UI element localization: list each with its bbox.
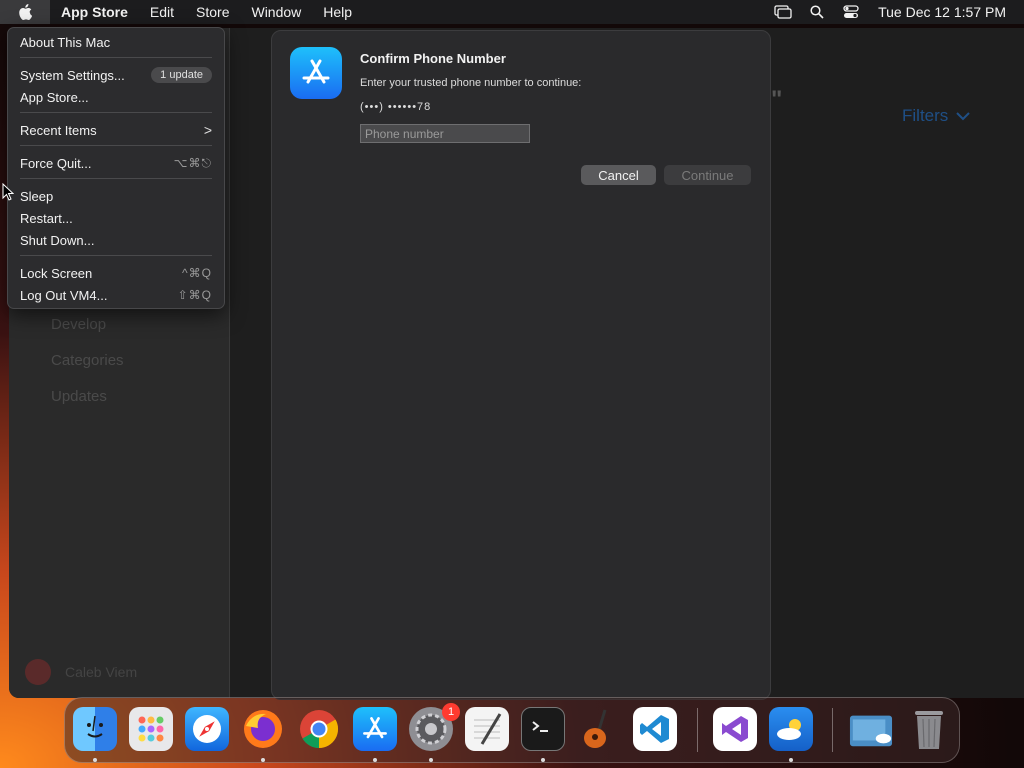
cancel-button[interactable]: Cancel: [581, 165, 656, 185]
launchpad-icon[interactable]: [129, 707, 173, 751]
terminal-icon[interactable]: [521, 707, 565, 751]
screen-mirroring-icon[interactable]: [766, 0, 800, 24]
sidebar-item-categories[interactable]: Categories: [51, 352, 124, 369]
menu-item-label: Force Quit...: [20, 155, 92, 171]
running-indicator: [541, 758, 545, 762]
quote-mark: ": [771, 86, 783, 113]
menu-item-force-quit[interactable]: Force Quit... ⌥⌘⎋: [20, 153, 212, 173]
menu-item-shut-down[interactable]: Shut Down...: [20, 230, 212, 250]
dock-separator: [697, 708, 698, 752]
menu-item-label: Log Out VM4...: [20, 287, 108, 303]
mouse-cursor-icon: [2, 183, 14, 201]
app-store-icon[interactable]: [353, 707, 397, 751]
firefox-icon[interactable]: [241, 707, 285, 751]
shortcut-text: ⇧⌘Q: [177, 288, 212, 302]
menu-window[interactable]: Window: [240, 0, 312, 24]
sidebar-item-develop[interactable]: Develop: [51, 316, 106, 333]
menu-item-log-out[interactable]: Log Out VM4... ⇧⌘Q: [20, 285, 212, 305]
menu-bar: App Store Edit Store Window Help Tue Dec…: [0, 0, 1024, 24]
menu-separator: [20, 178, 212, 179]
apple-logo-icon: [19, 4, 32, 20]
notification-badge: 1: [442, 703, 460, 721]
sidebar-account[interactable]: Caleb Viem: [25, 659, 137, 685]
phone-number-input[interactable]: [360, 124, 530, 143]
textedit-icon[interactable]: [465, 707, 509, 751]
menu-separator: [20, 255, 212, 256]
chrome-icon[interactable]: [297, 707, 341, 751]
running-indicator: [429, 758, 433, 762]
menu-item-label: App Store...: [20, 89, 89, 105]
menu-edit[interactable]: Edit: [139, 0, 185, 24]
menu-item-label: Recent Items: [20, 122, 97, 138]
running-indicator: [93, 758, 97, 762]
menu-item-recent-items[interactable]: Recent Items >: [20, 120, 212, 140]
apple-menu: About This Mac System Settings... 1 upda…: [7, 27, 225, 309]
visual-studio-icon[interactable]: [713, 707, 757, 751]
menu-bar-clock[interactable]: Tue Dec 12 1:57 PM: [868, 4, 1024, 20]
filters-label: Filters: [902, 106, 949, 125]
menu-item-restart[interactable]: Restart...: [20, 208, 212, 228]
trash-icon[interactable]: [907, 707, 951, 751]
dock: 1: [64, 697, 960, 763]
confirm-phone-dialog: Confirm Phone Number Enter your trusted …: [271, 30, 771, 700]
control-center-icon[interactable]: [834, 0, 868, 24]
menu-help[interactable]: Help: [312, 0, 363, 24]
safari-icon[interactable]: [185, 707, 229, 751]
app-store-icon: [290, 47, 342, 99]
menu-item-label: Lock Screen: [20, 265, 93, 281]
menu-item-label: About This Mac: [20, 34, 111, 50]
update-badge: 1 update: [151, 67, 212, 83]
dock-separator: [832, 708, 833, 752]
continue-button[interactable]: Continue: [664, 165, 751, 185]
menu-app-store[interactable]: App Store: [50, 0, 139, 24]
masked-phone-number: (•••) ••••••78: [360, 101, 432, 113]
shortcut-text: ^⌘Q: [182, 266, 212, 280]
menu-item-label: Shut Down...: [20, 232, 95, 248]
menu-separator: [20, 145, 212, 146]
running-indicator: [789, 758, 793, 762]
chevron-down-icon: [956, 111, 970, 120]
menu-item-label: Restart...: [20, 210, 73, 226]
spotlight-search-icon[interactable]: [800, 0, 834, 24]
running-indicator: [373, 758, 377, 762]
dialog-message: Enter your trusted phone number to conti…: [360, 77, 582, 89]
chevron-right-icon: >: [203, 122, 212, 138]
finder-icon[interactable]: [73, 707, 117, 751]
menu-item-about-this-mac[interactable]: About This Mac: [20, 32, 212, 52]
menu-item-sleep[interactable]: Sleep: [20, 186, 212, 206]
menu-item-lock-screen[interactable]: Lock Screen ^⌘Q: [20, 263, 212, 283]
menu-item-label: Sleep: [20, 188, 54, 204]
menu-item-label: System Settings...: [20, 67, 125, 83]
menu-item-app-store[interactable]: App Store...: [20, 87, 212, 107]
downloads-folder-icon[interactable]: [849, 707, 893, 751]
vscode-icon[interactable]: [633, 707, 677, 751]
menu-store[interactable]: Store: [185, 0, 240, 24]
menu-separator: [20, 57, 212, 58]
apple-menu-button[interactable]: [0, 0, 50, 24]
shortcut-text: ⌥⌘⎋: [173, 155, 212, 170]
menu-separator: [20, 112, 212, 113]
garageband-icon[interactable]: [577, 707, 621, 751]
weather-icon[interactable]: [769, 707, 813, 751]
filters-button[interactable]: Filters: [902, 106, 970, 126]
menu-item-system-settings[interactable]: System Settings... 1 update: [20, 65, 212, 85]
account-name: Caleb Viem: [65, 664, 138, 680]
dialog-title: Confirm Phone Number: [360, 51, 506, 66]
running-indicator: [261, 758, 265, 762]
sidebar-item-updates[interactable]: Updates: [51, 388, 107, 405]
avatar: [25, 659, 51, 685]
